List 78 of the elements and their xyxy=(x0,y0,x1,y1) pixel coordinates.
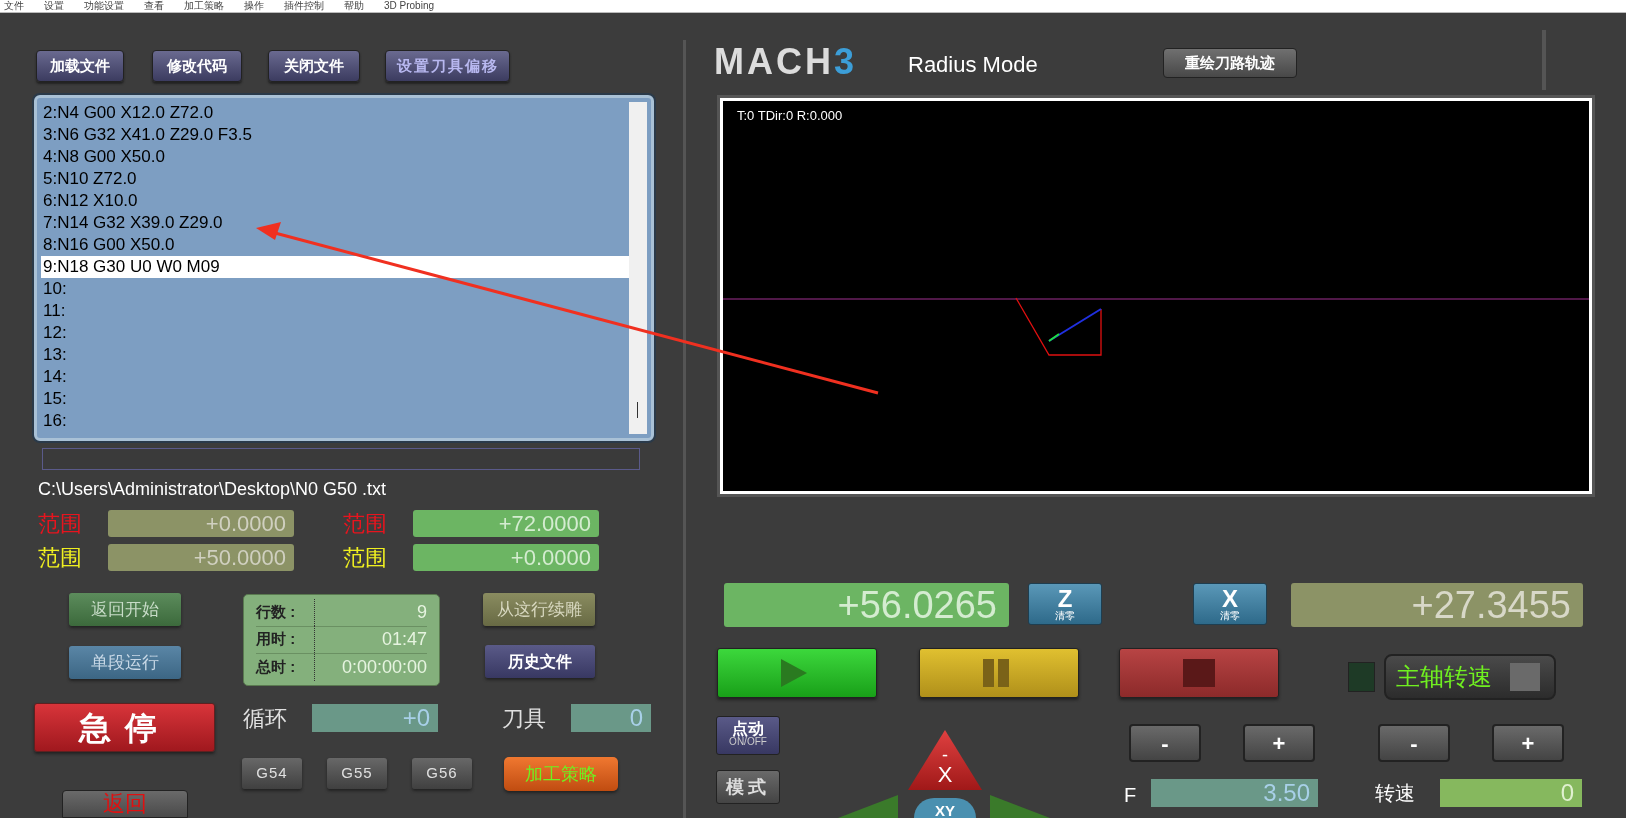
axis-readout: +56.0265 xyxy=(724,583,1009,627)
cycle-pause-button[interactable] xyxy=(919,648,1079,698)
toolbar-button[interactable]: 设置刀具偏移 xyxy=(385,50,510,82)
tool-value: 0 xyxy=(571,704,651,732)
gcode-line[interactable]: 7:N14 G32 X39.0 Z29.0 xyxy=(41,212,629,234)
toolbar-button[interactable]: 修改代码 xyxy=(152,50,242,82)
range-value: +72.0000 xyxy=(413,510,599,537)
stat-label: 总时 : xyxy=(256,656,297,677)
gcode-line[interactable]: 6:N12 X10.0 xyxy=(41,190,629,212)
cycle-label: 循环 xyxy=(243,705,287,733)
toolpath-status: T:0 TDir:0 R:0.000 xyxy=(737,107,843,125)
feed-plus-button[interactable]: + xyxy=(1243,724,1315,762)
stat-value: 0:00:00:00 xyxy=(314,653,427,681)
range-label: 范围 xyxy=(38,544,82,572)
axis-readout: +27.3455 xyxy=(1291,583,1583,627)
stat-label: 行数 : xyxy=(256,602,297,623)
toolbar-button[interactable]: 加载文件 xyxy=(36,50,124,82)
cycle-stop-button[interactable] xyxy=(1119,648,1279,698)
range-label: 范围 xyxy=(343,510,387,538)
offset-button[interactable]: G56 xyxy=(412,758,472,789)
menu-item[interactable]: 帮助 xyxy=(344,0,364,12)
range-label: 范围 xyxy=(38,510,82,538)
mode-button[interactable]: 模式 xyxy=(716,770,780,804)
file-path: C:\Users\Administrator\Desktop\N0 G50 .txt xyxy=(38,478,387,501)
history-button[interactable]: 历史文件 xyxy=(485,645,595,678)
offset-button[interactable]: G55 xyxy=(327,758,387,789)
toolbar-button[interactable]: 关闭文件 xyxy=(268,50,360,82)
range-label: 范围 xyxy=(343,544,387,572)
stat-value: 9 xyxy=(314,599,427,626)
jog-center-button[interactable]: XY xyxy=(914,798,976,818)
jog-x-minus-button[interactable]: - X xyxy=(908,730,982,790)
gcode-line[interactable]: 13: xyxy=(41,344,629,366)
mach3-logo: MACH3 xyxy=(714,42,857,82)
speed-value: 0 xyxy=(1440,779,1582,807)
emergency-stop-button[interactable]: 急停 xyxy=(34,703,215,752)
jog-toggle-button[interactable]: 点动 ON/OFF xyxy=(716,716,780,755)
cycle-value: +0 xyxy=(312,704,438,732)
gcode-line[interactable]: 14: xyxy=(41,366,629,388)
menu-item[interactable]: 3D Probing xyxy=(384,0,435,12)
stop-icon xyxy=(1183,659,1215,687)
zero-axis-button[interactable]: Z 清零 xyxy=(1028,583,1102,625)
menu-item[interactable]: 加工策略 xyxy=(184,0,224,12)
feed-minus-button[interactable]: - xyxy=(1129,724,1201,762)
gcode-line[interactable]: 8:N16 G00 X50.0 xyxy=(41,234,629,256)
menu-item[interactable]: 操作 xyxy=(244,0,264,12)
range-value: +50.0000 xyxy=(108,544,294,571)
gcode-line[interactable]: 2:N4 G00 X12.0 Z72.0 xyxy=(41,102,629,124)
zero-axis-button[interactable]: X 清零 xyxy=(1193,583,1267,625)
cycle-start-button[interactable] xyxy=(717,648,877,698)
menu-item[interactable]: 文件 xyxy=(4,0,24,12)
spindle-toggle[interactable]: 主轴转速 xyxy=(1384,654,1556,700)
offset-button[interactable]: G54 xyxy=(242,758,302,789)
scrollbar[interactable] xyxy=(629,102,647,434)
range-value: +0.0000 xyxy=(108,510,294,537)
gcode-line[interactable]: 5:N10 Z72.0 xyxy=(41,168,629,190)
gcode-line[interactable]: 15: xyxy=(41,388,629,410)
speed-plus-button[interactable]: + xyxy=(1492,724,1564,762)
tool-label: 刀具 xyxy=(502,705,546,733)
stat-label: 用时 : xyxy=(256,629,297,650)
gcode-line[interactable]: 11: xyxy=(41,300,629,322)
mode-label: Radius Mode xyxy=(908,51,1038,79)
stat-value: 01:47 xyxy=(314,626,427,653)
feed-label: F xyxy=(1124,783,1137,808)
menu-item[interactable]: 查看 xyxy=(144,0,164,12)
gcode-line[interactable]: 4:N8 G00 X50.0 xyxy=(41,146,629,168)
gcode-line[interactable]: 12: xyxy=(41,322,629,344)
range-value: +0.0000 xyxy=(413,544,599,571)
rewind-button[interactable]: 返回开始 xyxy=(69,593,181,626)
gcode-line[interactable]: 10: xyxy=(41,278,629,300)
menu-item[interactable]: 功能设置 xyxy=(84,0,124,12)
menu-item[interactable]: 插件控制 xyxy=(284,0,324,12)
redraw-button[interactable]: 重绘刀路轨迹 xyxy=(1163,48,1297,78)
gcode-line[interactable]: 16: xyxy=(41,410,629,432)
gcode-line[interactable]: 3:N6 G32 X41.0 Z29.0 F3.5 xyxy=(41,124,629,146)
feed-value: 3.50 xyxy=(1151,779,1318,807)
menu-item[interactable]: 设置 xyxy=(44,0,64,12)
speed-label: 转速 xyxy=(1375,781,1415,806)
speed-minus-button[interactable]: - xyxy=(1378,724,1450,762)
